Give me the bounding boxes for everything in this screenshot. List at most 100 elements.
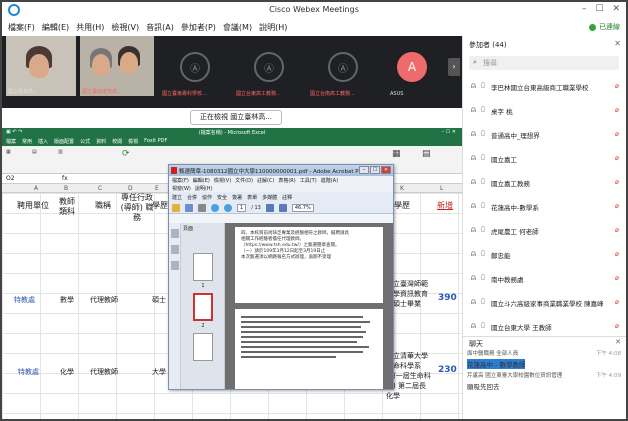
muted-mic-icon[interactable]: ⌀ [615, 250, 619, 258]
acrobat-maximize-button[interactable]: ☐ [370, 166, 380, 174]
sign-button[interactable]: 簽署 [232, 194, 242, 201]
fx-icon[interactable]: fx [62, 175, 68, 182]
excel-tab-foxit[interactable]: Foxit PDF [144, 138, 167, 146]
search-input[interactable]: 搜尋 [483, 58, 497, 68]
next-page-icon[interactable] [224, 203, 232, 212]
column-header[interactable]: K [400, 185, 404, 192]
acrobat-menu-item[interactable]: 說明(H) [195, 185, 213, 192]
collaborate-button[interactable]: 協作 [202, 194, 212, 201]
muted-mic-icon[interactable]: ⌀ [615, 202, 619, 210]
acrobat-menu-item[interactable]: 視窗(W) [172, 185, 191, 192]
muted-mic-icon[interactable]: ⌀ [615, 274, 619, 282]
video-tile-4[interactable]: Ⓐ 國立台東高工教務... [234, 36, 304, 98]
connection-status[interactable]: 已連線 [589, 22, 620, 32]
menu-file[interactable]: 檔案(F) [8, 22, 35, 33]
acrobat-menu-item[interactable]: 檢視(V) [214, 177, 231, 184]
acrobat-menu-item[interactable]: 工具(T) [300, 177, 317, 184]
menu-audio[interactable]: 音訊(A) [146, 22, 174, 33]
participant-row[interactable]: ⍝ ▯ 國立斗六高級家事商業職業學校 陳嘉峰 ⌀ [463, 292, 626, 312]
participants-title[interactable]: 參加者 (44) [469, 40, 507, 50]
select-tool-icon[interactable] [265, 203, 274, 212]
participant-row[interactable]: ⍝ ▯ 國立嘉工教務 ⌀ [463, 172, 626, 192]
muted-mic-icon[interactable]: ⌀ [615, 298, 619, 306]
chat-message[interactable]: 願吸先回去 [467, 381, 500, 391]
muted-mic-icon[interactable]: ⌀ [615, 130, 619, 138]
participant-row[interactable]: ⍝ ▯ 國立台東大學 王教師 ⌀ [463, 316, 626, 336]
page-number-input[interactable]: 1 [237, 203, 247, 212]
cell-reference-box[interactable]: O2 [6, 175, 56, 182]
zoom-level-input[interactable]: 46.7% [291, 203, 314, 212]
forms-button[interactable]: 表單 [247, 194, 257, 201]
close-button[interactable]: ✕ [612, 4, 620, 14]
menu-view[interactable]: 檢視(V) [111, 22, 139, 33]
ribbon-outline-icon[interactable]: ▤ [422, 149, 431, 159]
video-tile-5[interactable]: Ⓐ 國立台南高工教務... [308, 36, 378, 98]
maximize-button[interactable]: ☐ [595, 4, 603, 14]
video-strip-next-icon[interactable]: › [448, 58, 460, 76]
close-chat-icon[interactable]: ✕ [615, 338, 621, 346]
muted-mic-icon[interactable]: ⌀ [615, 154, 619, 162]
chat-message[interactable]: 花蓮高中 - 數學教師 [467, 359, 526, 369]
column-header[interactable]: C [98, 185, 102, 192]
participant-row[interactable]: ⍝ ▯ 南中教務處 ⌀ [463, 268, 626, 288]
acrobat-menu-item[interactable]: 文件(D) [235, 177, 253, 184]
print-icon[interactable] [198, 203, 206, 212]
bookmarks-panel-icon[interactable] [171, 245, 179, 254]
column-header[interactable]: L [440, 185, 443, 192]
muted-mic-icon[interactable]: ⌀ [615, 106, 619, 114]
column-header[interactable]: D [128, 185, 133, 192]
chat-title[interactable]: 聊天 [469, 339, 483, 349]
acrobat-menu-item[interactable]: 表格(R) [278, 177, 295, 184]
column-header[interactable]: B [64, 185, 68, 192]
video-tile-camera-1[interactable]: 國立臺東高... [6, 36, 76, 96]
save-icon[interactable] [185, 203, 193, 212]
menu-edit[interactable]: 編輯(E) [42, 22, 69, 33]
create-button[interactable]: 建立 [172, 194, 182, 201]
page-thumbnail[interactable] [193, 253, 213, 281]
menu-share[interactable]: 共用(H) [76, 22, 104, 33]
acrobat-menu-item[interactable]: 檔案(F) [172, 177, 189, 184]
muted-mic-icon[interactable]: ⌀ [615, 226, 619, 234]
participant-row[interactable]: ⍝ ▯ 普通高中_理想界 ⌀ [463, 124, 626, 144]
close-panel-icon[interactable]: ✕ [614, 39, 621, 48]
page-thumbnail-selected[interactable] [193, 293, 213, 321]
column-header[interactable]: A [34, 185, 38, 192]
acrobat-minimize-button[interactable]: – [359, 166, 369, 174]
ribbon-web-icon[interactable]: ▤ [32, 149, 37, 155]
muted-mic-icon[interactable]: ⌀ [615, 322, 619, 330]
excel-tab-data[interactable]: 資料 [96, 138, 106, 146]
acrobat-close-button[interactable]: ✕ [381, 166, 391, 174]
secure-button[interactable]: 安全 [217, 194, 227, 201]
ribbon-refresh-icon[interactable]: ⟳ [122, 149, 130, 159]
menu-meeting[interactable]: 會議(M) [223, 22, 252, 33]
muted-mic-icon[interactable]: ⌀ [615, 178, 619, 186]
acrobat-menu-item[interactable]: 註解(C) [257, 177, 274, 184]
zoom-out-icon[interactable] [278, 203, 287, 212]
participant-row[interactable]: ⍝ ▯ 國立嘉工 ⌀ [463, 148, 626, 168]
acrobat-menu-item[interactable]: 編輯(E) [193, 177, 210, 184]
minimize-button[interactable]: – [582, 4, 587, 14]
participant-row[interactable]: ⍝ ▯ 鄭忠能 ⌀ [463, 244, 626, 264]
pdf-document-view[interactable]: 四、本校目前尚缺乏專業及經驗相符之教師，擬聘請具 相關工作經驗者擔任代理教師。 … [225, 223, 393, 389]
excel-tab-home[interactable]: 常用 [22, 138, 32, 146]
ribbon-text-icon[interactable]: ▥ [58, 149, 63, 155]
participant-row[interactable]: ⍝ ▯ 花蓮高中-數學系 ⌀ [463, 196, 626, 216]
pages-panel-icon[interactable] [171, 229, 179, 238]
participant-row[interactable]: ⍝ ▯ 虎尾農工 何老師 ⌀ [463, 220, 626, 240]
excel-tab-review[interactable]: 校閱 [112, 138, 122, 146]
multimedia-button[interactable]: 多媒體 [262, 194, 277, 201]
video-tile-camera-2[interactable]: 國立臺南家齊高... [80, 36, 154, 96]
video-tile-3[interactable]: Ⓐ 國立臺東專科學校... [160, 36, 230, 98]
ribbon-group-icon[interactable]: ▦ [392, 149, 401, 159]
comment-button[interactable]: 註釋 [282, 194, 292, 201]
menu-help[interactable]: 說明(H) [259, 22, 287, 33]
excel-tab-file[interactable]: 檔案 [6, 138, 16, 146]
acrobat-menu-item[interactable]: 進階(A) [321, 177, 338, 184]
menu-participant[interactable]: 參加者(P) [181, 22, 216, 33]
excel-tab-insert[interactable]: 插入 [38, 138, 48, 146]
excel-tab-layout[interactable]: 版面配置 [54, 138, 74, 146]
open-folder-icon[interactable] [172, 203, 180, 212]
video-tile-6[interactable]: A ASUS [382, 36, 442, 98]
ribbon-access-icon[interactable]: ▦ [6, 149, 11, 155]
participant-search[interactable]: ⌕ 搜尋 [469, 56, 619, 70]
